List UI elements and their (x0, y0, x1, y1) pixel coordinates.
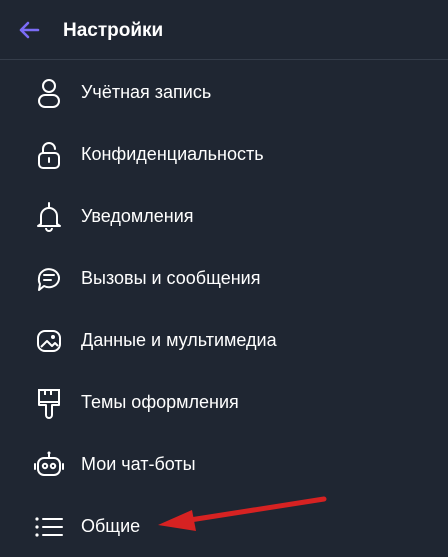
lock-icon (32, 138, 66, 172)
menu-item-data-media[interactable]: Данные и мультимедиа (0, 309, 448, 371)
media-icon (32, 324, 66, 358)
menu-item-label: Уведомления (81, 206, 194, 226)
page-title: Настройки (63, 20, 164, 41)
menu-item-label: Учётная запись (81, 82, 212, 102)
menu-item-account[interactable]: Учётная запись (0, 61, 448, 123)
menu-item-general[interactable]: Общие (0, 495, 448, 557)
person-icon (32, 76, 66, 110)
menu-item-chatbots[interactable]: Мои чат-боты (0, 433, 448, 495)
bell-icon (32, 200, 66, 234)
brush-icon (32, 386, 66, 420)
chat-icon (32, 262, 66, 296)
arrow-left-icon (18, 21, 40, 39)
bot-icon (32, 448, 66, 482)
menu-item-label: Мои чат-боты (81, 454, 196, 474)
menu-item-label: Темы оформления (81, 392, 239, 412)
menu-item-privacy[interactable]: Конфиденциальность (0, 123, 448, 185)
back-button[interactable] (14, 15, 44, 45)
app-header: Настройки (0, 0, 448, 60)
menu-item-label: Общие (81, 516, 141, 536)
menu-item-themes[interactable]: Темы оформления (0, 371, 448, 433)
menu-item-calls-messages[interactable]: Вызовы и сообщения (0, 247, 448, 309)
menu-item-notifications[interactable]: Уведомления (0, 185, 448, 247)
list-icon (32, 510, 66, 544)
menu-item-label: Конфиденциальность (81, 144, 264, 164)
menu-item-label: Данные и мультимедиа (81, 330, 277, 350)
menu-item-label: Вызовы и сообщения (81, 268, 261, 288)
